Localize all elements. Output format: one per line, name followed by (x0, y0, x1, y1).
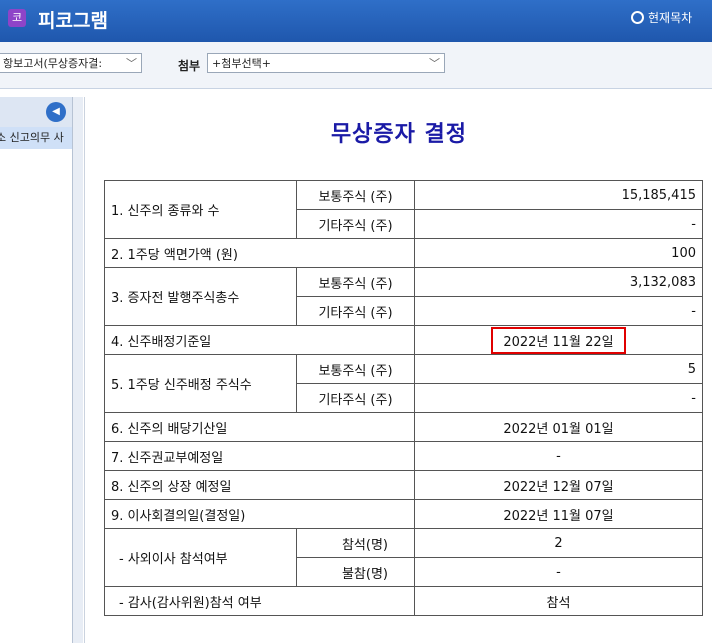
table-row: - 감사(감사위원)참석 여부 참석 (104, 586, 703, 616)
cell-value: - (414, 383, 703, 413)
app-logo-icon: 코 (8, 9, 26, 27)
cell-value: - (414, 209, 703, 239)
table-row: - 사외이사 참석여부 참석(명) 2 (104, 528, 703, 587)
document-title: 무상증자 결정 (330, 121, 468, 147)
toc-radio-icon[interactable] (631, 11, 644, 24)
table-row: 1. 신주의 종류와 수 보통주식 (주) 15,185,415 (104, 180, 703, 239)
cell-value: 5 (414, 354, 703, 384)
attach-label: 첨부 (178, 59, 201, 73)
cell-value: 2022년 12월 07일 (414, 470, 703, 500)
row-label: 8. 신주의 상장 예정일 (104, 470, 415, 500)
row-label: 6. 신주의 배당기산일 (104, 412, 415, 442)
sub-label: 보통주식 (주) (296, 354, 415, 384)
chevron-down-icon: ﹀ (429, 57, 440, 70)
row-label: 5. 1주당 신주배정 주식수 (104, 354, 297, 413)
sub-label: 기타주식 (주) (296, 383, 415, 413)
row-label: 9. 이사회결의일(결정일) (104, 499, 415, 529)
cell-value: 15,185,415 (414, 180, 703, 210)
collapse-chevron-left-icon[interactable]: ◀ (46, 102, 66, 122)
chevron-down-icon: ﹀ (126, 57, 137, 70)
table-row: 6. 신주의 배당기산일 2022년 01월 01일 (104, 412, 703, 442)
table-row: 5. 1주당 신주배정 주식수 보통주식 (주) 5 (104, 354, 703, 413)
table-row: 7. 신주권교부예정일 - (104, 441, 703, 471)
cell-value: 2022년 11월 07일 (414, 499, 703, 529)
sub-label: 기타주식 (주) (296, 296, 415, 326)
row-label: 3. 증자전 발행주식총수 (104, 267, 297, 326)
row-label: 1. 신주의 종류와 수 (104, 180, 297, 239)
row-label: 7. 신주권교부예정일 (104, 441, 415, 471)
sub-label: 보통주식 (주) (296, 267, 415, 297)
cell-value: 2022년 11월 22일 (414, 325, 703, 355)
document-viewer: 무상증자 결정 1. 신주의 종류와 수 보통주식 (주) 15,185,415… (84, 97, 712, 643)
cell-value: - (414, 296, 703, 326)
table-row: 2. 1주당 액면가액 (원) 100 (104, 238, 703, 268)
report-select[interactable]: 항보고서(무상증자결: ﹀ (0, 53, 142, 73)
row-label: - 사외이사 참석여부 (104, 528, 297, 587)
row-label: 4. 신주배정기준일 (104, 325, 415, 355)
table-row: 4. 신주배정기준일 2022년 11월 22일 (104, 325, 703, 355)
tree-item-selected[interactable]: 소 신고의무 사 (0, 127, 72, 149)
cell-value: 2022년 01월 01일 (414, 412, 703, 442)
row-label: 2. 1주당 액면가액 (원) (104, 238, 415, 268)
sub-label: 기타주식 (주) (296, 209, 415, 239)
cell-value: 2 (414, 528, 703, 558)
report-select-value: 항보고서(무상증자결: (3, 57, 103, 70)
cell-value: - (414, 557, 703, 587)
title-bar: 코 피코그램 현재목차 (0, 0, 712, 42)
sub-label: 보통주식 (주) (296, 180, 415, 210)
report-table: 1. 신주의 종류와 수 보통주식 (주) 15,185,415 기타주식 (주… (104, 180, 703, 616)
table-row: 9. 이사회결의일(결정일) 2022년 11월 07일 (104, 499, 703, 529)
sub-label: 불참(명) (296, 557, 415, 587)
attach-select-value: +첨부선택+ (212, 57, 271, 70)
cell-value: 참석 (414, 586, 703, 616)
left-pane-header: ◀ (0, 97, 72, 127)
highlighted-record-date: 2022년 11월 22일 (491, 326, 626, 354)
row-label: - 감사(감사위원)참석 여부 (104, 586, 415, 616)
cell-value: 100 (414, 238, 703, 268)
cell-value: 3,132,083 (414, 267, 703, 297)
splitter[interactable] (73, 97, 83, 643)
attach-select[interactable]: +첨부선택+ ﹀ (207, 53, 445, 73)
app-title: 피코그램 (38, 10, 108, 32)
left-pane: ◀ 소 신고의무 사 (0, 97, 73, 643)
table-row: 3. 증자전 발행주식총수 보통주식 (주) 3,132,083 (104, 267, 703, 326)
sub-label: 참석(명) (296, 528, 415, 558)
toolbar: 항보고서(무상증자결: ﹀ 첨부 +첨부선택+ ﹀ (0, 42, 712, 89)
toc-label[interactable]: 현재목차 (648, 9, 692, 26)
table-row: 8. 신주의 상장 예정일 2022년 12월 07일 (104, 470, 703, 500)
cell-value: - (414, 441, 703, 471)
